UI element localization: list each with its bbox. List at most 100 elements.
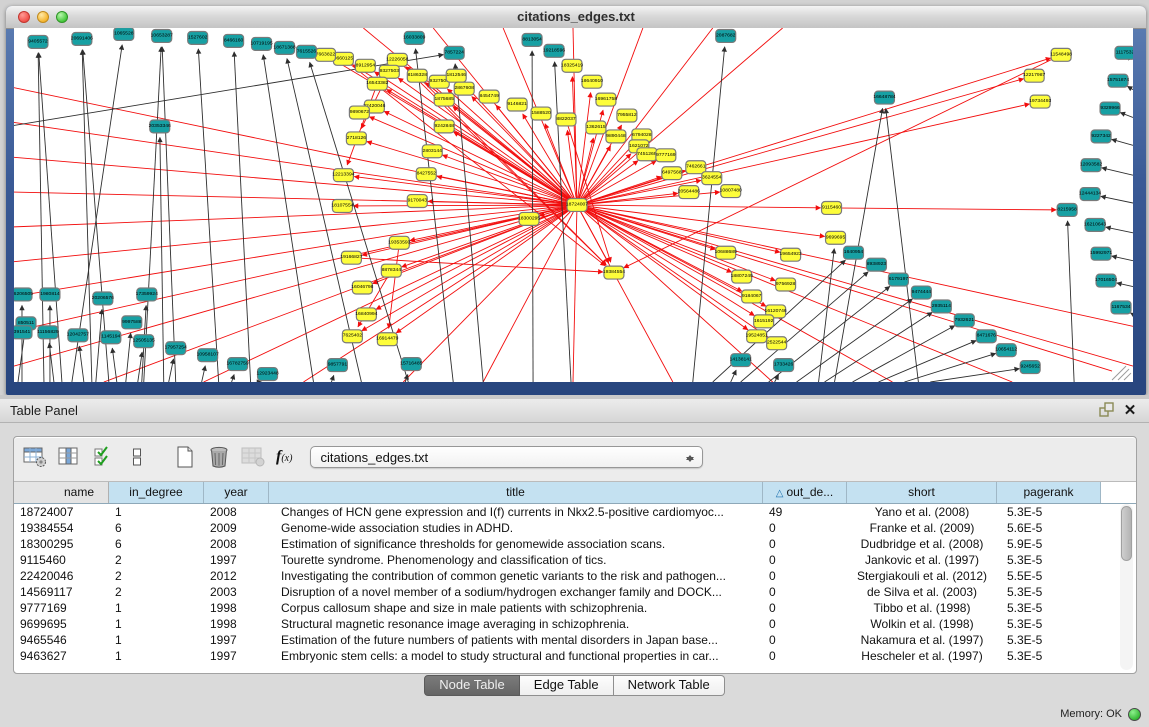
table-cell[interactable]: 0 [763,616,847,632]
graph-node[interactable]: 12226058 [386,53,408,66]
graph-node[interactable]: 9329966 [1100,102,1120,115]
table-cell[interactable]: 5.9E-5 [997,536,1101,552]
table-cell[interactable]: Changes of HCN gene expression and I(f) … [269,504,763,520]
delete-rows-trash-icon[interactable] [206,445,232,469]
table-cell[interactable]: Hescheler et al. (1997) [847,648,997,664]
table-cell[interactable]: 0 [763,600,847,616]
network-canvas[interactable]: 1872400796601258912954122260589327503818… [14,28,1133,382]
table-cell[interactable]: 5.6E-5 [997,520,1101,536]
graph-node[interactable]: 8454749 [479,90,499,103]
table-cell[interactable]: Yano et al. (2008) [847,504,997,520]
column-header-in_degree[interactable]: in_degree [109,482,204,503]
table-cell[interactable]: Tourette syndrome. Phenomenology and cla… [269,552,763,568]
row-height-icon[interactable] [124,445,150,469]
table-cell[interactable]: 2008 [204,504,269,520]
table-cell[interactable]: Tibbo et al. (1998) [847,600,997,616]
graph-node[interactable]: 3624554 [702,172,722,185]
graph-node[interactable]: 8466160 [224,34,244,47]
graph-node[interactable]: 2087682 [716,29,736,42]
graph-node[interactable]: 1615192 [754,315,774,328]
table-cell[interactable]: 5.3E-5 [997,504,1101,520]
graph-node[interactable]: 8878344 [381,264,401,277]
graph-node[interactable]: 12217987 [1023,69,1045,82]
graph-node[interactable]: 8912954 [355,59,375,72]
graph-node[interactable]: 8822037 [556,113,576,126]
graph-node[interactable]: 14138141 [730,354,752,367]
graph-node[interactable]: 10688689 [715,246,737,259]
graph-node[interactable]: 20691406 [71,32,93,45]
graph-node[interactable]: 12213394 [332,169,354,182]
graph-node[interactable]: 1145194 [101,331,121,344]
graph-node[interactable]: 9890448 [606,130,626,143]
graph-node[interactable]: 1812546 [446,69,466,82]
graph-node[interactable]: 16210643 [1084,218,1106,231]
graph-node[interactable]: 9699695 [826,231,846,244]
table-cell[interactable]: de Silva et al. (2003) [847,584,997,600]
table-cell[interactable]: 2003 [204,584,269,600]
column-header-short[interactable]: short [847,482,997,503]
graph-node[interactable]: 18300295 [518,212,540,225]
table-cell[interactable]: Investigating the contribution of common… [269,568,763,584]
graph-node[interactable]: 19654923 [780,248,802,261]
table-settings-icon[interactable] [22,445,48,469]
table-cell[interactable]: 0 [763,536,847,552]
graph-node[interactable]: 17359924 [136,288,158,301]
graph-node[interactable]: 9857791 [327,359,347,372]
table-scrollbar-thumb[interactable] [1121,506,1132,561]
table-row[interactable]: 946362711997Embryonic stem cells: a mode… [14,648,1136,664]
graph-node[interactable]: 1980814 [40,288,60,301]
table-cell[interactable]: 1998 [204,600,269,616]
table-cell[interactable]: 19384554 [14,520,109,536]
graph-node[interactable]: 15751874 [1107,74,1129,87]
panel-close-icon[interactable]: ✕ [1121,402,1139,420]
graph-node[interactable]: 9327503 [379,65,399,78]
table-row[interactable]: 969969511998Structural magnetic resonanc… [14,616,1136,632]
graph-node[interactable]: 12093582 [1080,159,1102,172]
graph-node[interactable]: 19353593 [388,236,410,249]
table-cell[interactable]: 49 [763,504,847,520]
graph-node[interactable]: 19524851 [746,330,768,343]
table-cell[interactable]: 9115460 [14,552,109,568]
graph-node[interactable]: 1527602 [188,31,208,44]
graph-node[interactable]: 2935114 [931,300,951,313]
table-cell[interactable]: 0 [763,520,847,536]
graph-node[interactable]: 12923448 [256,368,278,381]
graph-node[interactable]: 9227342 [1091,130,1111,143]
table-cell[interactable]: 5.3E-5 [997,600,1101,616]
graph-node[interactable]: 16648784 [873,91,895,104]
graph-node[interactable]: 10654112 [995,344,1017,357]
graph-node[interactable]: 8215958 [1057,204,1077,217]
graph-node[interactable]: 10958107 [197,349,219,362]
table-cell[interactable]: 1 [109,600,204,616]
graph-node[interactable]: 18325419 [561,59,583,72]
float-window-icon[interactable] [1097,402,1115,420]
table-cell[interactable]: Estimation of the future numbers of pati… [269,632,763,648]
table-cell[interactable]: 1998 [204,616,269,632]
table-cell[interactable]: 9463627 [14,648,109,664]
table-cell[interactable]: 18300295 [14,536,109,552]
graph-node[interactable]: 1065528 [114,28,134,40]
graph-node[interactable]: 7955812 [617,109,637,122]
table-row[interactable]: 977716911998Corpus callosum shape and si… [14,600,1136,616]
graph-node[interactable]: 20353346 [149,120,171,133]
table-cell[interactable]: 2 [109,568,204,584]
table-selector-dropdown[interactable]: citations_edges.txt [310,446,703,468]
table-cell[interactable]: 9699695 [14,616,109,632]
graph-node[interactable]: 9660125 [333,52,353,65]
table-cell[interactable]: 5.3E-5 [997,648,1101,664]
graph-node[interactable]: 18807249 [731,270,753,283]
graph-node[interactable]: 10807480 [720,185,742,198]
graph-node[interactable]: 9405572 [28,35,48,48]
graph-node[interactable]: 16543382 [366,77,388,90]
table-cell[interactable]: 5.3E-5 [997,632,1101,648]
graph-node[interactable]: 17957254 [165,342,187,355]
graph-node[interactable]: 9474444 [911,286,931,299]
graph-node[interactable]: 1117532 [1115,46,1133,59]
graph-node[interactable]: 19218596 [543,44,565,57]
graph-node[interactable]: 19166827 [340,251,362,264]
graph-node[interactable]: 9115460 [822,202,842,215]
canvas-resize-grip-icon[interactable] [1112,366,1131,380]
graph-node[interactable]: 12505135 [133,335,155,348]
graph-node[interactable]: 1875685 [434,93,454,106]
graph-node[interactable]: 20564486 [678,186,700,199]
